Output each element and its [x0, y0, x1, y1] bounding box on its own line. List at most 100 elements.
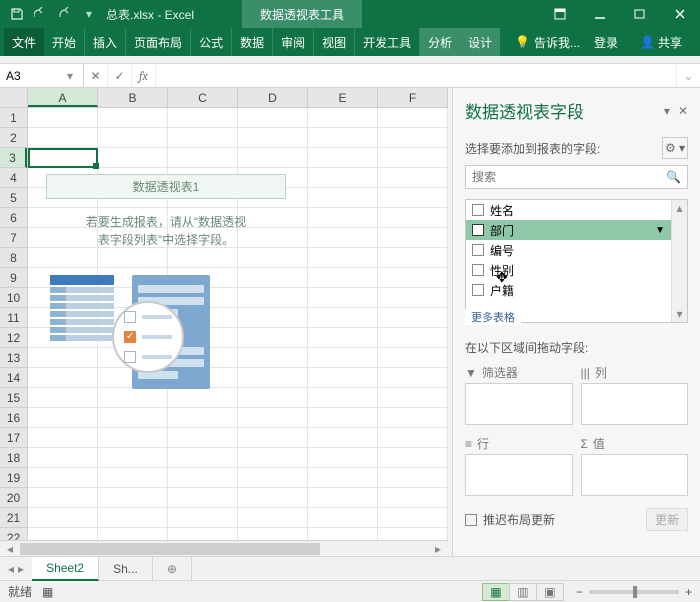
tab-design[interactable]: 设计 [460, 28, 500, 56]
values-zone[interactable]: Σ值 [581, 435, 689, 496]
row-header[interactable]: 9 [0, 268, 27, 288]
row-header[interactable]: 10 [0, 288, 27, 308]
scroll-thumb[interactable] [20, 543, 320, 555]
field-search[interactable]: 🔍 [465, 165, 688, 189]
page-break-view-icon[interactable]: ▣ [536, 583, 564, 601]
pane-close-icon[interactable]: ✕ [678, 104, 688, 118]
defer-checkbox[interactable] [465, 514, 477, 526]
row-header[interactable]: 6 [0, 208, 27, 228]
horizontal-scrollbar[interactable]: ◂▸ [0, 540, 448, 556]
scroll-right-icon[interactable]: ▸ [430, 542, 446, 556]
rows-zone[interactable]: ≡行 [465, 435, 573, 496]
checkbox-icon[interactable] [472, 284, 484, 296]
tab-view[interactable]: 视图 [314, 28, 355, 56]
field-item-selected[interactable]: 部门▼ [466, 220, 687, 240]
row-header[interactable]: 16 [0, 408, 27, 428]
checkbox-icon[interactable] [472, 244, 484, 256]
zoom-out-icon[interactable]: − [576, 585, 583, 599]
row-header[interactable]: 12 [0, 328, 27, 348]
more-tables-link[interactable]: 更多表格 [465, 309, 521, 325]
row-header[interactable]: 13 [0, 348, 27, 368]
expand-formula-bar-icon[interactable]: ⌄ [676, 64, 700, 87]
login-link[interactable]: 登录 [586, 28, 626, 56]
page-layout-view-icon[interactable]: ▥ [509, 583, 537, 601]
checkbox-icon[interactable] [472, 224, 484, 236]
row-header[interactable]: 1 [0, 108, 27, 128]
row-header[interactable]: 11 [0, 308, 27, 328]
field-scrollbar[interactable]: ▴▾ [671, 200, 687, 322]
zoom-in-icon[interactable]: + [685, 585, 692, 599]
normal-view-icon[interactable]: ▦ [482, 583, 510, 601]
qat-customize-icon[interactable]: ▾ [78, 3, 100, 25]
row-header[interactable]: 15 [0, 388, 27, 408]
pane-menu-icon[interactable]: ▾ [664, 104, 670, 118]
name-box[interactable]: A3▾ [0, 64, 84, 87]
undo-icon[interactable] [30, 3, 52, 25]
search-input[interactable] [472, 170, 666, 184]
active-cell[interactable] [28, 148, 98, 168]
macro-record-icon[interactable]: ▦ [42, 585, 53, 599]
col-header[interactable]: C [168, 88, 238, 107]
col-header[interactable]: F [378, 88, 448, 107]
row-header[interactable]: 20 [0, 488, 27, 508]
tab-developer[interactable]: 开发工具 [355, 28, 420, 56]
tab-review[interactable]: 审阅 [273, 28, 314, 56]
accept-formula-icon[interactable]: ✓ [108, 64, 132, 87]
scroll-left-icon[interactable]: ◂ [2, 542, 18, 556]
row-header[interactable]: 22 [0, 528, 27, 540]
cancel-formula-icon[interactable]: ✕ [84, 64, 108, 87]
field-item[interactable]: 姓名 [466, 200, 687, 220]
col-header[interactable]: D [238, 88, 308, 107]
tab-analyze[interactable]: 分析 [420, 28, 460, 56]
field-item[interactable]: 性别 [466, 260, 687, 280]
select-all-corner[interactable] [0, 88, 28, 107]
col-header[interactable]: B [98, 88, 168, 107]
scroll-down-icon[interactable]: ▾ [672, 306, 687, 322]
row-header[interactable]: 18 [0, 448, 27, 468]
tab-insert[interactable]: 插入 [85, 28, 126, 56]
close-icon[interactable] [660, 0, 700, 28]
field-dropdown-icon[interactable]: ▼ [655, 225, 665, 236]
tab-formulas[interactable]: 公式 [191, 28, 232, 56]
add-sheet-icon[interactable]: ⊕ [153, 557, 192, 581]
checkbox-icon[interactable] [472, 204, 484, 216]
columns-zone[interactable]: |||列 [581, 364, 689, 425]
tab-data[interactable]: 数据 [232, 28, 273, 56]
update-button[interactable]: 更新 [646, 508, 688, 531]
row-header[interactable]: 21 [0, 508, 27, 528]
row-header[interactable]: 5 [0, 188, 27, 208]
row-header[interactable]: 17 [0, 428, 27, 448]
tab-nav-next-icon[interactable]: ▸ [18, 562, 24, 576]
row-header[interactable]: 3 [0, 148, 27, 168]
chevron-down-icon[interactable]: ▾ [67, 69, 77, 83]
row-header[interactable]: 14 [0, 368, 27, 388]
tab-nav-prev-icon[interactable]: ◂ [8, 562, 14, 576]
tab-file[interactable]: 文件 [4, 28, 44, 56]
ribbon-display-icon[interactable] [540, 0, 580, 28]
row-header[interactable]: 19 [0, 468, 27, 488]
minimize-icon[interactable] [580, 0, 620, 28]
scroll-up-icon[interactable]: ▴ [672, 200, 687, 216]
cell-grid[interactable]: 数据透视表1 若要生成报表，请从"数据透视 表字段列表"中选择字段。 [28, 108, 448, 540]
gear-icon[interactable]: ⚙ ▾ [662, 137, 688, 159]
tab-pagelayout[interactable]: 页面布局 [126, 28, 191, 56]
field-item[interactable]: 编号 [466, 240, 687, 260]
col-header[interactable]: E [308, 88, 378, 107]
share-button[interactable]: 👤共享 [632, 28, 690, 56]
maximize-icon[interactable] [620, 0, 660, 28]
save-icon[interactable] [6, 3, 28, 25]
sheet-tab[interactable]: Sh ... [99, 557, 153, 581]
tell-me[interactable]: 💡告诉我... [515, 34, 580, 51]
filter-zone[interactable]: ▼筛选器 [465, 364, 573, 425]
checkbox-icon[interactable] [472, 264, 484, 276]
row-header[interactable]: 2 [0, 128, 27, 148]
row-header[interactable]: 8 [0, 248, 27, 268]
field-item[interactable]: 户籍 [466, 280, 687, 300]
row-header[interactable]: 4 [0, 168, 27, 188]
sheet-tab-active[interactable]: Sheet2 [32, 557, 99, 581]
redo-icon[interactable] [54, 3, 76, 25]
tab-home[interactable]: 开始 [44, 28, 85, 56]
fx-icon[interactable]: fx [132, 64, 156, 87]
col-header[interactable]: A [28, 88, 98, 107]
row-header[interactable]: 7 [0, 228, 27, 248]
